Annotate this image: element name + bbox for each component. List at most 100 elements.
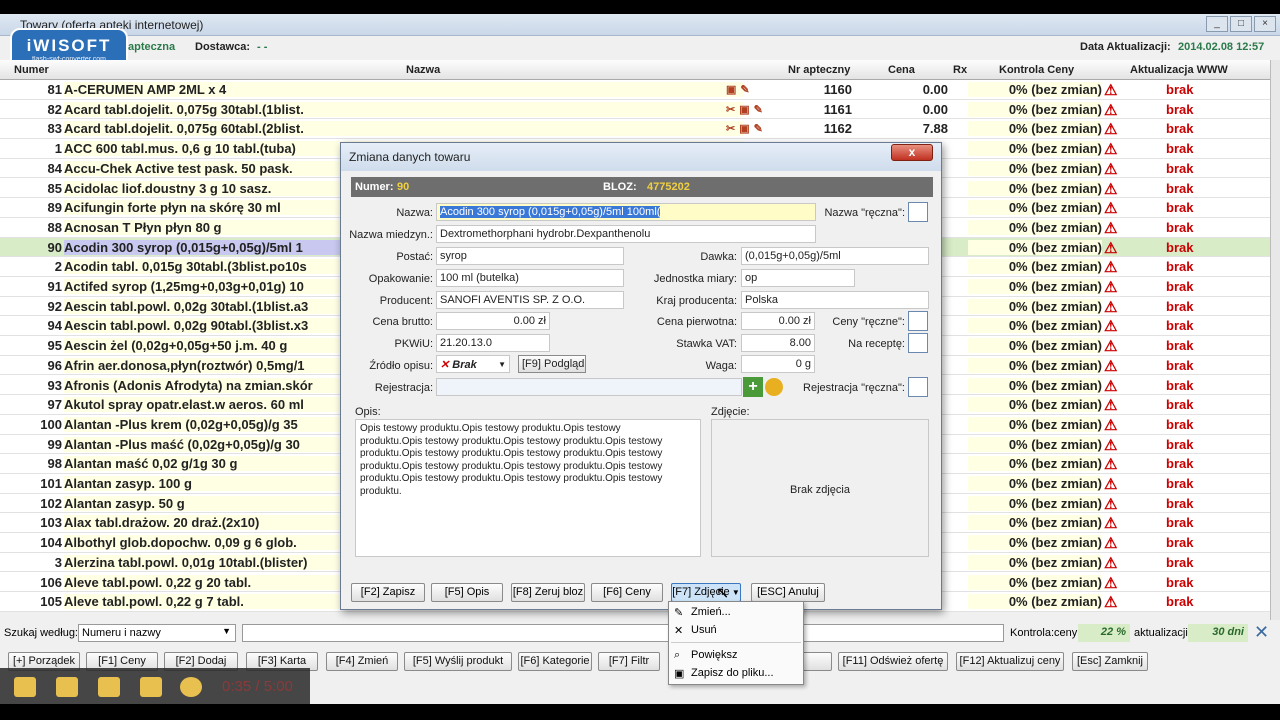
- vat-field[interactable]: 8.00: [741, 334, 815, 352]
- row-aktualizacja: brak: [1166, 535, 1194, 551]
- zdjecie-button[interactable]: [F7] Zdjęcie ▼: [671, 583, 741, 602]
- row-aktualizacja: brak: [1166, 141, 1194, 157]
- col-nazwa[interactable]: Nazwa: [406, 64, 440, 76]
- row-photo-icons[interactable]: ✂▣✎: [726, 122, 786, 135]
- jedn-field[interactable]: op: [741, 269, 855, 287]
- row-cena: 0.00: [922, 82, 948, 97]
- minimize-button[interactable]: _: [1206, 16, 1228, 32]
- row-photo-icons[interactable]: ✂▣✎: [726, 103, 786, 116]
- numer-label: Numer:: [355, 181, 394, 193]
- table-header: Numer Nazwa Nr apteczny Cena Rx Kontrola…: [0, 60, 1270, 80]
- menu-zmien[interactable]: Zmień...: [691, 606, 731, 618]
- search-mode-select[interactable]: Numeru i nazwy ▼: [78, 624, 236, 642]
- row-photo-icons[interactable]: ▣✎: [726, 83, 786, 96]
- scrollbar[interactable]: [1270, 60, 1280, 620]
- warning-icon: ⚠: [1104, 476, 1118, 493]
- ceny-reczne-checkbox[interactable]: [908, 311, 928, 331]
- table-row[interactable]: 81 A-CERUMEN AMP 2ML x 4 1160 0.00 0% (bez z…: [0, 80, 1270, 100]
- table-row[interactable]: 83 Acard tabl.dojelit. 0,075g 60tabl.(2bl…: [0, 119, 1270, 140]
- row-aktualizacja: brak: [1166, 456, 1194, 472]
- row-kontrola: 0% (bez zmian): [968, 160, 1102, 176]
- nazwa-reczna-label: Nazwa "ręczna":: [824, 207, 905, 219]
- function-button[interactable]: [F7] Filtr: [598, 652, 660, 671]
- podglad-button[interactable]: [F9] Podgląd: [518, 355, 586, 373]
- kontrola-label: Kontrola:: [1010, 627, 1055, 639]
- pause-icon[interactable]: [56, 677, 78, 697]
- row-number: 98: [47, 456, 62, 472]
- prod-label: Producent:: [379, 295, 433, 307]
- table-row[interactable]: 82 Acard tabl.dojelit. 0,075g 30tabl.(1bl…: [0, 100, 1270, 120]
- row-kontrola: 0% (bez zmian): [968, 594, 1102, 610]
- dawka-field[interactable]: (0,015g+0,05g)/5ml: [741, 247, 929, 265]
- col-numer[interactable]: Numer: [14, 64, 49, 76]
- function-button[interactable]: [Esc] Zamknij: [1072, 652, 1148, 671]
- tools-icon[interactable]: ✕: [1254, 622, 1269, 643]
- col-cena[interactable]: Cena: [888, 64, 915, 76]
- warning-icon: ⚠: [1104, 416, 1118, 434]
- kraj-field[interactable]: Polska: [741, 291, 929, 309]
- magnifier-icon: ⌕: [674, 649, 681, 661]
- row-kontrola: 0% (bez zmian): [968, 456, 1102, 472]
- nazwa-field[interactable]: Acodin 300 syrop (0,015g+0,05g)/5ml 100m…: [436, 203, 816, 221]
- function-button[interactable]: [F5] Wyślij produkt: [404, 652, 512, 671]
- rejestr-reczna-checkbox[interactable]: [908, 377, 928, 397]
- dialog-close-button[interactable]: x: [891, 144, 933, 161]
- function-button[interactable]: [F4] Zmień: [326, 652, 398, 671]
- recepta-checkbox[interactable]: [908, 333, 928, 353]
- recepta-label: Na receptę:: [848, 338, 905, 350]
- warning-icon: ⚠: [1104, 141, 1118, 159]
- menu-usun[interactable]: Usuń: [691, 624, 717, 636]
- search-globe-icon[interactable]: [765, 378, 783, 396]
- function-button[interactable]: [F6] Kategorie: [518, 652, 592, 671]
- supplier-value: - -: [257, 41, 268, 53]
- rejestr-field[interactable]: [436, 378, 742, 396]
- ceny-button[interactable]: [F6] Ceny: [591, 583, 663, 602]
- cancel-icon[interactable]: [180, 677, 202, 697]
- close-window-button[interactable]: ×: [1254, 16, 1276, 32]
- window-titlebar: Towary (oferta apteki internetowej) _ □ …: [0, 14, 1280, 36]
- zapisz-button[interactable]: [F2] Zapisz: [351, 583, 425, 602]
- menu-powieksz[interactable]: Powiększ: [691, 649, 737, 661]
- x-icon: ✕: [440, 359, 453, 371]
- menu-zapisz[interactable]: Zapisz do pliku...: [691, 667, 774, 679]
- miedzyn-field[interactable]: Dextromethorphani hydrobr.Dexpanthenolu: [436, 225, 816, 243]
- col-nr[interactable]: Nr apteczny: [788, 64, 850, 76]
- opak-field[interactable]: 100 ml (butelka): [436, 269, 624, 287]
- search-input[interactable]: [242, 624, 1004, 642]
- pierw-field[interactable]: 0.00 zł: [741, 312, 815, 330]
- add-icon[interactable]: +: [743, 377, 763, 397]
- undo-icon[interactable]: [140, 677, 162, 697]
- akt-value[interactable]: 30 dni: [1188, 624, 1248, 642]
- zeruj-bloz-button[interactable]: [F8] Zeruj bloz: [511, 583, 585, 602]
- brutto-field[interactable]: 0.00 zł: [436, 312, 550, 330]
- prod-field[interactable]: SANOFI AVENTIS SP. Z O.O.: [436, 291, 624, 309]
- row-kontrola: 0% (bez zmian): [968, 338, 1102, 354]
- nazwa-reczna-checkbox[interactable]: [908, 202, 928, 222]
- row-aktualizacja: brak: [1166, 574, 1194, 590]
- function-button[interactable]: [F12] Aktualizuj ceny: [956, 652, 1064, 671]
- col-kontrola[interactable]: Kontrola Ceny: [999, 64, 1074, 76]
- col-rx[interactable]: Rx: [953, 64, 967, 76]
- row-aktualizacja: brak: [1166, 357, 1194, 373]
- dialog-titlebar: Zmiana danych towaru x: [341, 143, 941, 171]
- warning-icon: ⚠: [1104, 377, 1118, 395]
- row-aktualizacja: brak: [1166, 219, 1194, 235]
- warning-icon: ⚠: [1104, 357, 1118, 375]
- stop-icon[interactable]: [14, 677, 36, 697]
- anuluj-button[interactable]: [ESC] Anuluj: [751, 583, 825, 602]
- function-button[interactable]: [F11] Odśwież ofertę: [838, 652, 948, 671]
- pkwiu-field[interactable]: 21.20.13.0: [436, 334, 550, 352]
- mic-icon[interactable]: [98, 677, 120, 697]
- opis-button[interactable]: [F5] Opis: [431, 583, 503, 602]
- row-nr-apteczny: 1162: [823, 121, 852, 137]
- postac-field[interactable]: syrop: [436, 247, 624, 265]
- row-aktualizacja: brak: [1166, 82, 1194, 97]
- photo-box[interactable]: Brak zdjęcia: [711, 419, 929, 557]
- maximize-button[interactable]: □: [1230, 16, 1252, 32]
- ceny-value[interactable]: 22 %: [1078, 624, 1130, 642]
- waga-field[interactable]: 0 g: [741, 355, 815, 373]
- warning-icon: ⚠: [1104, 82, 1118, 99]
- zrodlo-select[interactable]: ✕ Brak ▼: [436, 355, 510, 373]
- col-aktualizacja[interactable]: Aktualizacja WWW: [1130, 64, 1228, 76]
- opis-textarea[interactable]: Opis testowy produktu.Opis testowy produ…: [355, 419, 701, 557]
